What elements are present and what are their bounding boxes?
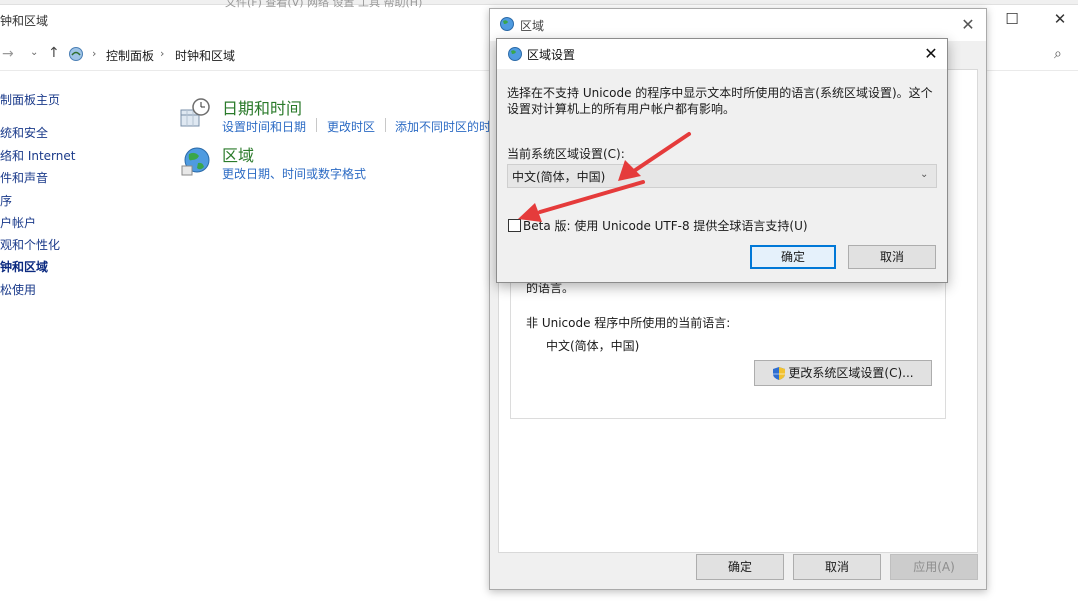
breadcrumb-separator: › <box>160 47 165 60</box>
region-dialog-title: 区域 <box>520 19 545 33</box>
shield-icon <box>773 367 786 380</box>
close-button[interactable]: ✕ <box>1046 8 1074 30</box>
breadcrumb-separator: › <box>92 47 97 60</box>
nonunicode-value: 中文(简体，中国) <box>546 339 640 353</box>
change-system-locale-label: 更改系统区域设置(C)... <box>788 366 914 380</box>
globe-icon <box>508 47 522 61</box>
nonunicode-label: 非 Unicode 程序中所使用的当前语言: <box>526 316 731 330</box>
sidebar-item-appearance[interactable]: 观和个性化 <box>0 236 60 253</box>
locale-dropdown-value: 中文(简体，中国) <box>512 170 606 184</box>
region-ok-button[interactable]: 确定 <box>696 554 784 580</box>
change-system-locale-button[interactable]: 更改系统区域设置(C)... <box>754 360 932 386</box>
current-locale-label: 当前系统区域设置(C): <box>507 147 625 161</box>
link-set-time-date[interactable]: 设置时间和日期 <box>222 118 306 135</box>
sidebar-item-system-security[interactable]: 统和安全 <box>0 124 48 141</box>
locale-description: 选择在不支持 Unicode 的程序中显示文本时所使用的语言(系统区域设置)。这… <box>507 86 933 116</box>
region-titlebar <box>490 9 986 41</box>
breadcrumb-clock-region[interactable]: 时钟和区域 <box>175 47 235 64</box>
link-add-clocks[interactable]: 添加不同时区的时 <box>395 118 491 135</box>
locale-dialog-title: 区域设置 <box>527 48 576 62</box>
window-title: 钟和区域 <box>0 14 49 28</box>
sidebar-item-clock-region[interactable]: 钟和区域 <box>0 258 48 275</box>
region-cancel-button[interactable]: 取消 <box>793 554 881 580</box>
sidebar-item-user-accounts[interactable]: 户帐户 <box>0 214 36 231</box>
sidebar-item-ease-of-access[interactable]: 松使用 <box>0 281 36 298</box>
region-close-button[interactable]: ✕ <box>956 13 980 37</box>
chevron-down-icon: ⌄ <box>920 169 929 180</box>
region-apply-button[interactable]: 应用(A) <box>890 554 978 580</box>
recent-locations-chevron-icon[interactable]: ⌄ <box>30 47 38 58</box>
sidebar-item-network[interactable]: 络和 Internet <box>0 147 75 164</box>
beta-utf8-checkbox[interactable] <box>508 219 521 232</box>
top-strip <box>0 0 1078 5</box>
locale-settings-dialog: 区域设置 ✕ 选择在不支持 Unicode 的程序中显示文本时所使用的语言(系统… <box>496 38 948 283</box>
locale-close-button[interactable]: ✕ <box>919 42 943 66</box>
locale-ok-button[interactable]: 确定 <box>750 245 836 269</box>
category-title-datetime[interactable]: 日期和时间 <box>222 95 302 119</box>
search-icon[interactable]: ⌕ <box>1054 46 1062 62</box>
locale-cancel-button[interactable]: 取消 <box>848 245 936 269</box>
sidebar-item-home[interactable]: 制面板主页 <box>0 91 60 108</box>
category-title-region[interactable]: 区域 <box>222 142 254 166</box>
globe-icon <box>181 147 210 176</box>
beta-utf8-label[interactable]: Beta 版: 使用 Unicode UTF-8 提供全球语言支持(U) <box>523 217 808 234</box>
locale-dropdown[interactable]: 中文(简体，中国) ⌄ <box>507 164 937 188</box>
maximize-button[interactable]: ☐ <box>998 8 1026 30</box>
up-arrow-icon[interactable]: ↑ <box>48 45 60 61</box>
menu-strip-fragment: 文件(F) 查看(V) 网络 设置 工具 帮助(H) <box>225 0 423 9</box>
link-change-timezone[interactable]: 更改时区 <box>327 118 375 135</box>
forward-arrow-icon[interactable]: → <box>2 46 14 62</box>
sidebar-item-programs[interactable]: 序 <box>0 192 12 209</box>
link-change-formats[interactable]: 更改日期、时间或数字格式 <box>222 165 366 182</box>
link-separator <box>385 118 386 132</box>
sidebar-item-hardware-sound[interactable]: 件和声音 <box>0 169 48 186</box>
clock-calendar-icon <box>180 98 210 127</box>
link-separator <box>316 118 317 132</box>
globe-icon <box>500 17 514 31</box>
control-panel-icon <box>69 47 83 61</box>
breadcrumb-control-panel[interactable]: 控制面板 <box>106 47 154 64</box>
